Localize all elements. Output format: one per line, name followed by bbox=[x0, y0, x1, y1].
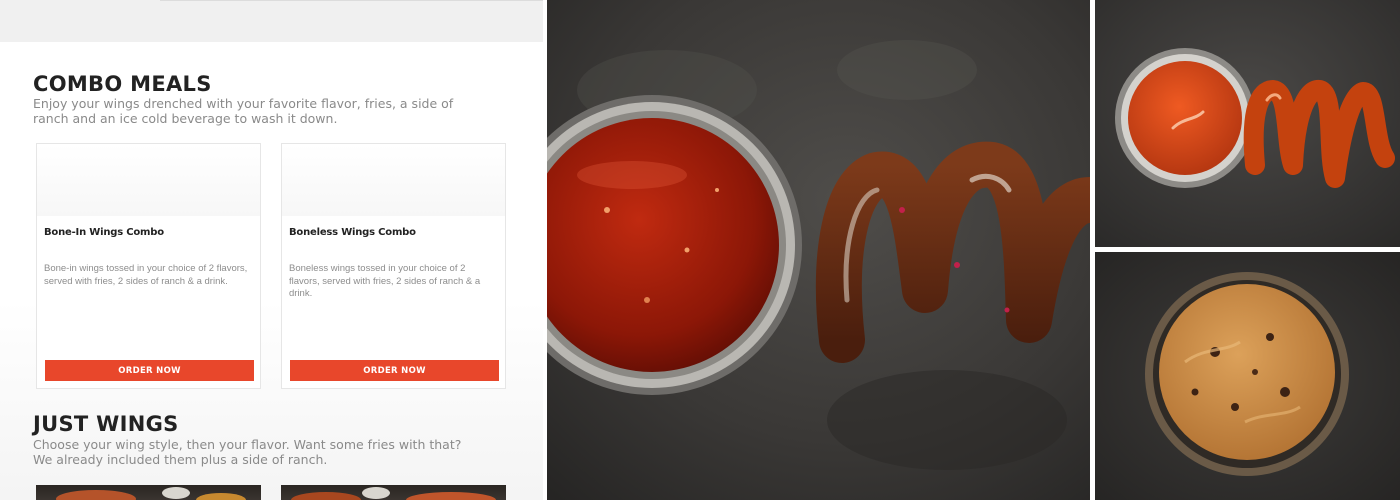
combo-card-image bbox=[37, 144, 260, 216]
sauce-cup-photo bbox=[547, 0, 1090, 500]
combo-card-image bbox=[282, 144, 505, 216]
cookie-skillet-photo bbox=[1095, 252, 1400, 500]
bone-in-wings-image[interactable] bbox=[36, 485, 261, 500]
orange-sauce-photo bbox=[1095, 0, 1400, 247]
combo-card-name: Boneless Wings Combo bbox=[289, 227, 416, 238]
order-now-button[interactable]: ORDER NOW bbox=[290, 360, 499, 381]
combo-meals-title: COMBO MEALS bbox=[33, 72, 212, 96]
combo-card-bone-in[interactable]: Bone-In Wings Combo Bone-in wings tossed… bbox=[36, 143, 261, 389]
combo-card-boneless[interactable]: Boneless Wings Combo Boneless wings toss… bbox=[281, 143, 506, 389]
just-wings-description: Choose your wing style, then your flavor… bbox=[33, 437, 462, 467]
combo-card-description: Boneless wings tossed in your choice of … bbox=[289, 263, 481, 299]
menu-panel: COMBO MEALS Enjoy your wings drenched wi… bbox=[0, 0, 543, 500]
combo-meals-description: Enjoy your wings drenched with your favo… bbox=[33, 96, 454, 126]
just-wings-title: JUST WINGS bbox=[33, 412, 179, 436]
boneless-wings-image[interactable] bbox=[281, 485, 506, 500]
order-now-button[interactable]: ORDER NOW bbox=[45, 360, 254, 381]
top-bar-divider bbox=[160, 0, 543, 1]
top-bar bbox=[0, 0, 543, 42]
combo-card-name: Bone-In Wings Combo bbox=[44, 227, 164, 238]
combo-card-description: Bone-in wings tossed in your choice of 2… bbox=[44, 263, 248, 287]
